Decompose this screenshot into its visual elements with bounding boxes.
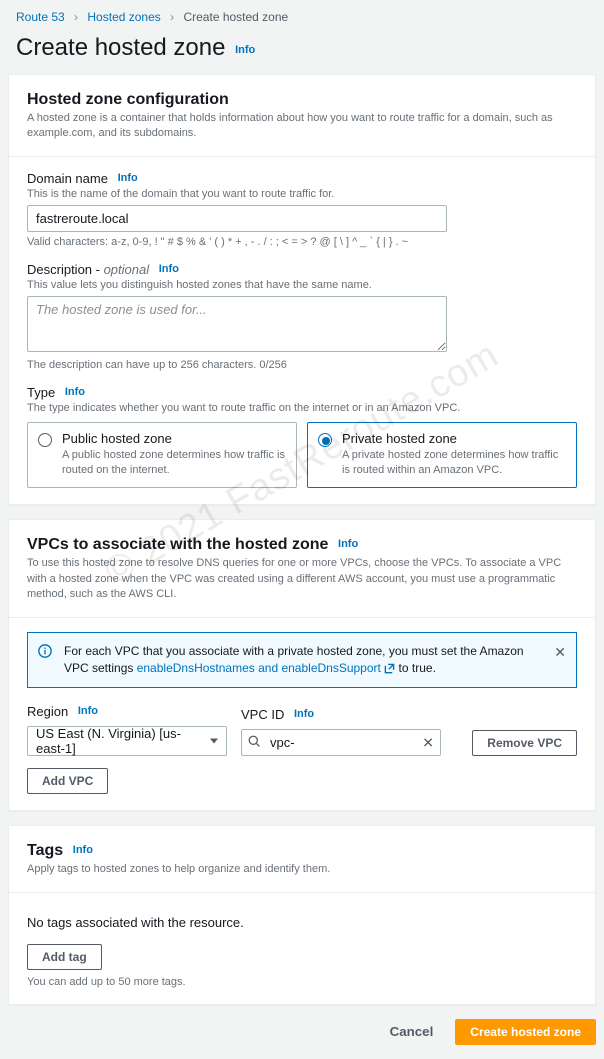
breadcrumb-route53[interactable]: Route 53 <box>16 10 65 24</box>
field-type: Type Info The type indicates whether you… <box>27 385 577 489</box>
field-domain: Domain name Info This is the name of the… <box>27 171 577 248</box>
radio-public-desc: A public hosted zone determines how traf… <box>62 448 286 478</box>
description-info-link[interactable]: Info <box>159 263 179 275</box>
tags-info-link[interactable]: Info <box>73 844 93 856</box>
remove-vpc-button[interactable]: Remove VPC <box>472 730 577 756</box>
external-link-icon <box>384 661 395 675</box>
field-vpcid: VPC ID Info ✕ <box>241 707 458 756</box>
vpcid-info-link[interactable]: Info <box>294 708 314 720</box>
cancel-button[interactable]: Cancel <box>376 1019 448 1045</box>
tags-heading: Tags <box>27 842 63 859</box>
tags-desc: Apply tags to hosted zones to help organ… <box>27 862 577 877</box>
type-label: Type <box>27 385 55 400</box>
search-icon <box>248 735 261 751</box>
type-desc: The type indicates whether you want to r… <box>27 402 577 414</box>
region-info-link[interactable]: Info <box>78 705 98 717</box>
add-tag-button[interactable]: Add tag <box>27 944 102 970</box>
domain-info-link[interactable]: Info <box>118 172 138 184</box>
radio-private-title: Private hosted zone <box>342 431 566 446</box>
description-textarea[interactable] <box>27 296 447 352</box>
field-description: Description - optional Info This value l… <box>27 262 577 371</box>
chevron-right-icon: › <box>170 10 174 24</box>
breadcrumb-current: Create hosted zone <box>183 10 288 24</box>
alert-text: For each VPC that you associate with a p… <box>64 644 524 675</box>
type-info-link[interactable]: Info <box>65 386 85 398</box>
domain-input[interactable] <box>27 205 447 232</box>
radio-private-desc: A private hosted zone determines how tra… <box>342 448 566 478</box>
description-hint: The description can have up to 256 chara… <box>27 359 577 371</box>
radio-icon <box>318 433 332 447</box>
domain-hint: Valid characters: a-z, 0-9, ! " # $ % & … <box>27 236 577 248</box>
field-region: Region Info US East (N. Virginia) [us-ea… <box>27 704 227 756</box>
domain-label: Domain name <box>27 171 108 186</box>
vpcid-label: VPC ID <box>241 707 284 722</box>
tags-hint: You can add up to 50 more tags. <box>27 976 577 988</box>
vpcid-input[interactable] <box>241 729 441 756</box>
chevron-down-icon <box>210 739 218 744</box>
breadcrumb-hosted-zones[interactable]: Hosted zones <box>87 10 160 24</box>
close-icon[interactable]: ✕ <box>554 642 566 662</box>
config-desc: A hosted zone is a container that holds … <box>27 111 577 142</box>
radio-public-title: Public hosted zone <box>62 431 286 446</box>
footer: Cancel Create hosted zone <box>0 1019 604 1059</box>
vpcs-heading: VPCs to associate with the hosted zone <box>27 536 328 553</box>
description-desc: This value lets you distinguish hosted z… <box>27 279 577 291</box>
info-icon <box>38 644 52 663</box>
panel-config: Hosted zone configuration A hosted zone … <box>8 74 596 505</box>
create-button[interactable]: Create hosted zone <box>455 1019 596 1045</box>
domain-desc: This is the name of the domain that you … <box>27 188 577 200</box>
panel-vpcs: VPCs to associate with the hosted zone I… <box>8 519 596 811</box>
breadcrumb: Route 53 › Hosted zones › Create hosted … <box>0 0 604 30</box>
region-select[interactable]: US East (N. Virginia) [us-east-1] <box>27 726 227 756</box>
vpc-alert: For each VPC that you associate with a p… <box>27 632 577 689</box>
radio-public[interactable]: Public hosted zone A public hosted zone … <box>27 422 297 489</box>
page-info-link[interactable]: Info <box>235 44 255 56</box>
clear-icon[interactable]: ✕ <box>422 734 434 751</box>
radio-private[interactable]: Private hosted zone A private hosted zon… <box>307 422 577 489</box>
chevron-right-icon: › <box>74 10 78 24</box>
vpcs-desc: To use this hosted zone to resolve DNS q… <box>27 556 577 602</box>
description-label: Description - optional <box>27 262 149 277</box>
radio-icon <box>38 433 52 447</box>
alert-link[interactable]: enableDnsHostnames and enableDnsSupport <box>137 661 396 675</box>
page-title: Create hosted zone <box>16 34 225 61</box>
region-value: US East (N. Virginia) [us-east-1] <box>36 726 200 756</box>
add-vpc-button[interactable]: Add VPC <box>27 768 108 794</box>
panel-tags: Tags Info Apply tags to hosted zones to … <box>8 825 596 1004</box>
config-heading: Hosted zone configuration <box>27 91 577 109</box>
region-label: Region <box>27 704 68 719</box>
vpcs-info-link[interactable]: Info <box>338 538 358 550</box>
